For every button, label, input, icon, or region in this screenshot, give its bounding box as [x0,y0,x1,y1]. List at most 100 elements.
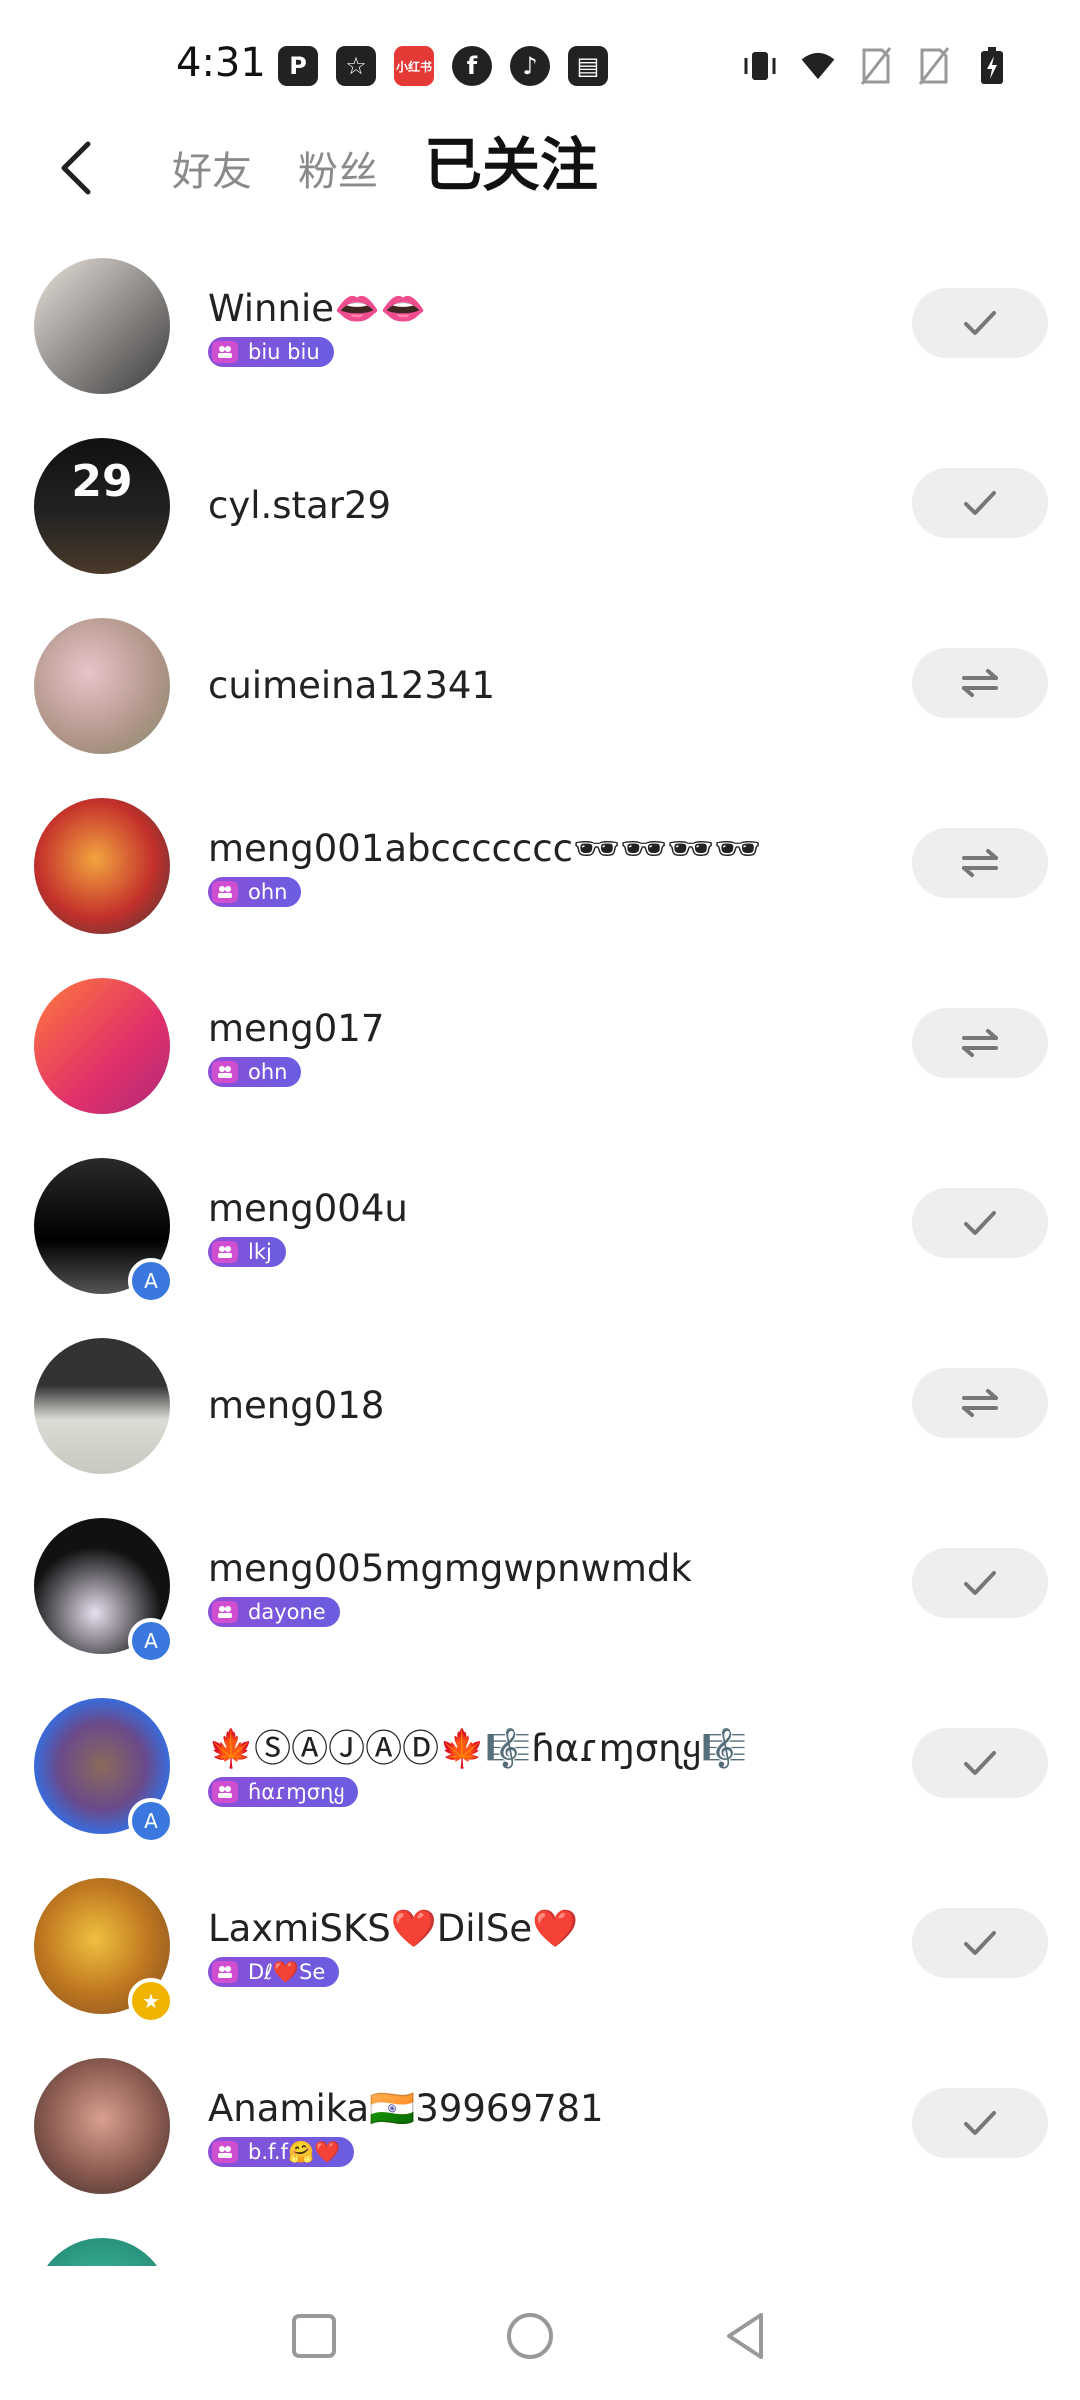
header: 好友 粉丝 已关注 [0,110,1080,220]
user-avatar[interactable]: 29 [34,438,170,574]
following-button[interactable] [912,1908,1048,1978]
group-tag: dayone [208,1597,340,1627]
group-tag: ohn [208,1057,302,1087]
wifi-icon [800,46,836,86]
check-icon [964,2111,996,2135]
user-row[interactable]: cuimeina12341 [0,596,1080,776]
wallet-icon: ▤ [568,46,608,86]
user-name[interactable]: meng017 [208,1005,888,1053]
user-row[interactable]: 29 cyl.star29 [0,416,1080,596]
following-button[interactable] [912,288,1048,358]
user-avatar[interactable] [34,2058,170,2194]
home-button[interactable] [490,2296,570,2376]
battery-charging-icon [974,46,1010,86]
user-name[interactable]: meng004u [208,1185,888,1233]
mutual-follow-icon [962,669,998,697]
user-row[interactable]: A 🍁ⓈⒶⒿⒶⒹ🍁🎼ɦαɾɱσɳყ🎼 ɦαɾɱσɳყ [0,1676,1080,1856]
user-name[interactable]: LaxmiSKS❤️DilSe❤️ [208,1905,888,1953]
group-tag: Dℓ❤️Se [208,1957,340,1987]
app-notification-icon: P [278,46,318,86]
user-name[interactable]: cyl.star29 [208,482,888,530]
mutual-follow-button[interactable] [912,1368,1048,1438]
star-app-icon: ☆ [336,46,376,86]
mutual-follow-button[interactable] [912,648,1048,718]
user-info: cuimeina12341 [208,596,888,776]
user-avatar[interactable] [34,978,170,1114]
user-info: cyl.star29 [208,416,888,596]
user-info: meng004u lkj [208,1136,888,1316]
tab-bar: 好友 粉丝 已关注 [172,120,598,210]
user-info: 🍁ⓈⒶⒿⒶⒹ🍁🎼ɦαɾɱσɳყ🎼 ɦαɾɱσɳყ [208,1676,888,1856]
group-icon [212,881,238,903]
user-row[interactable]: meng017 ohn [0,956,1080,1136]
group-tag: ɦαɾɱσɳყ [208,1777,359,1807]
status-time: 4:31 [176,40,266,86]
mutual-follow-icon [962,849,998,877]
user-row[interactable]: meng001abccccccc🕶🕶🕶🕶 ohn [0,776,1080,956]
user-name[interactable]: Anamika🇮🇳39969781 [208,2085,888,2133]
following-button[interactable] [912,1728,1048,1798]
group-tag-label: b.f.f🤗❤️ [248,2139,341,2164]
check-icon [964,1211,996,1235]
following-button[interactable] [912,1548,1048,1618]
group-tag-label: Dℓ❤️Se [248,1959,326,1984]
group-icon [212,1061,238,1083]
user-avatar[interactable] [34,2238,170,2266]
tab-friends[interactable]: 好友 [172,127,252,217]
verified-badge-icon: A [128,1798,174,1844]
mutual-follow-button[interactable] [912,828,1048,898]
user-name[interactable]: meng001abccccccc🕶🕶🕶🕶 [208,825,888,873]
user-row[interactable]: Winnie👄👄 biu biu [0,236,1080,416]
back-triangle-icon [727,2313,763,2359]
following-list[interactable]: Winnie👄👄 biu biu 29 cyl.star29 cuimeina12341… [0,236,1080,2266]
mutual-follow-button[interactable] [912,1008,1048,1078]
recents-square-icon [292,2314,336,2358]
user-info: meng005mgmgwpnwmdk dayone [208,1496,888,1676]
user-name[interactable]: 🍁ⓈⒶⒿⒶⒹ🍁🎼ɦαɾɱσɳყ🎼 [208,1725,888,1773]
group-icon [212,1781,238,1803]
user-row[interactable]: Ameng005mgmgwpnwmdk dayone [0,1496,1080,1676]
group-icon [212,341,238,363]
user-info: LaxmiSKS❤️DilSe❤️ Dℓ❤️Se [208,1856,888,2036]
following-button[interactable] [912,2088,1048,2158]
user-row[interactable]: Anamika🇮🇳39969781 b.f.f🤗❤️ [0,2036,1080,2216]
user-info: meng017 ohn [208,956,888,1136]
check-icon [964,1751,996,1775]
user-info: Anamika🇮🇳39969781 b.f.f🤗❤️ [208,2036,888,2216]
check-icon [964,1931,996,1955]
xiaohongshu-icon: 小红书 [394,46,434,86]
user-name[interactable]: Winnie👄👄 [208,285,888,333]
user-name[interactable]: cuimeina12341 [208,662,888,710]
user-row[interactable]: yunyan002 [0,2216,1080,2266]
user-name[interactable]: meng005mgmgwpnwmdk [208,1545,888,1593]
user-avatar[interactable] [34,258,170,394]
group-tag-label: ohn [248,1060,288,1084]
notification-icons: P ☆ 小红书 f ♪ ▤ [278,46,608,86]
following-button[interactable] [912,468,1048,538]
home-circle-icon [507,2313,553,2359]
group-tag: ohn [208,877,302,907]
back-button[interactable] [46,128,106,208]
check-icon [964,491,996,515]
star-badge-icon: ★ [128,1978,174,2024]
user-row[interactable]: Ameng004u lkj [0,1136,1080,1316]
user-avatar[interactable] [34,1338,170,1474]
following-button[interactable] [912,1188,1048,1258]
system-icons [742,46,1010,86]
user-row[interactable]: meng018 [0,1316,1080,1496]
user-avatar[interactable] [34,618,170,754]
user-avatar[interactable] [34,798,170,934]
avatar-text: 29 [71,456,133,507]
check-icon [964,1571,996,1595]
group-tag: biu biu [208,337,334,367]
recents-button[interactable] [274,2296,354,2376]
back-nav-button[interactable] [706,2296,786,2376]
tab-fans[interactable]: 粉丝 [298,127,378,217]
user-name[interactable]: meng018 [208,1382,888,1430]
tab-following[interactable]: 已关注 [424,120,598,210]
user-info: meng001abccccccc🕶🕶🕶🕶 ohn [208,776,888,956]
group-tag-label: ohn [248,880,288,904]
group-icon [212,2141,238,2163]
user-row[interactable]: ★ LaxmiSKS❤️DilSe❤️ Dℓ❤️Se [0,1856,1080,2036]
verified-badge-icon: A [128,1618,174,1664]
